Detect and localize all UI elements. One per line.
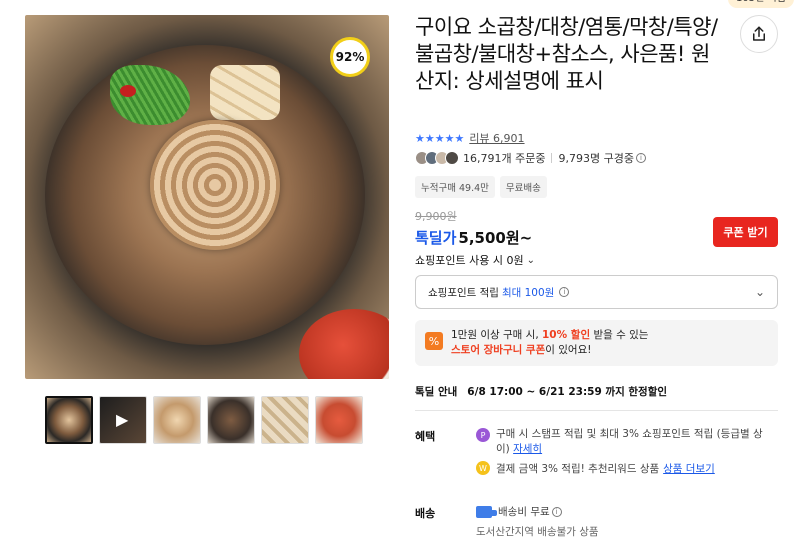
intestine-coil-illustration: [150, 120, 280, 250]
points-use-toggle[interactable]: 쇼핑포인트 사용 시 0원 ⌄: [415, 252, 535, 268]
section-divider: [415, 410, 778, 411]
divider: [551, 153, 553, 163]
avatar: [445, 151, 459, 165]
more-products-link[interactable]: 상품 더보기: [663, 461, 715, 476]
thumbnail-3[interactable]: [153, 396, 201, 444]
thumbnail-4[interactable]: [207, 396, 255, 444]
thumbnail-1[interactable]: [45, 396, 93, 444]
thumbnail-strip: [45, 396, 363, 444]
original-price: 9,900원: [415, 210, 457, 223]
info-icon[interactable]: i: [635, 153, 646, 163]
info-icon[interactable]: i: [559, 287, 570, 297]
benefit-label: 혜택: [415, 430, 436, 443]
deal-info-row: 톡딜 안내 6/8 17:00 ~ 6/21 23:59 까지 한정할인: [415, 384, 667, 399]
thumbnail-6[interactable]: [315, 396, 363, 444]
info-icon[interactable]: i: [551, 506, 562, 517]
rating-stars-icon: ★★★★★: [415, 131, 465, 145]
points-accrual-max: 최대 100원: [501, 286, 555, 299]
review-link[interactable]: 리뷰 6,901: [469, 130, 524, 146]
point-p-icon: P: [476, 428, 490, 442]
share-icon: [753, 26, 765, 41]
shipping-fee: 배송비 무료: [498, 506, 550, 518]
promo-discount: 10% 할인: [542, 329, 591, 341]
coupon-button[interactable]: 쿠폰 받기: [713, 217, 778, 247]
benefit-detail-link[interactable]: 자세히: [513, 443, 542, 455]
reward-pill: 105건 적립: [728, 0, 794, 8]
thumbnail-5[interactable]: [261, 396, 309, 444]
buyer-avatars: [415, 151, 459, 165]
benefit-reward: W 결제 금액 3% 적립! 추천리워드 상품 상품 더보기: [476, 461, 776, 476]
promo-coupon-name: 스토어 장바구니 쿠폰: [451, 344, 546, 356]
share-button[interactable]: [740, 15, 778, 53]
shipping-note: 도서산간지역 배송불가 상품: [476, 526, 599, 538]
shipping-fee-row: 배송비 무료 i: [476, 504, 562, 519]
promo-text-3: 이 있어요!: [545, 344, 592, 356]
tag-cumulative: 누적구매 49.4만: [415, 176, 495, 198]
reward-coin-icon: W: [476, 461, 490, 475]
stats-row: 16,791개 주문중 9,793명 구경중 i: [415, 150, 646, 166]
chili-illustration: [120, 85, 136, 97]
viewer-count: 9,793명 구경중: [558, 152, 634, 165]
review-row: ★★★★★ 리뷰 6,901: [415, 130, 525, 146]
benefit-stamp: P 구매 시 스탬프 적립 및 최대 3% 쇼핑포인트 적립 (등급별 상이) …: [476, 427, 776, 457]
points-accrual-label: 쇼핑포인트 적립: [428, 286, 499, 299]
deal-label: 톡딜 안내: [415, 386, 458, 398]
sale-price: 5,500원~: [458, 229, 533, 247]
tag-list: 누적구매 49.4만 무료배송: [415, 176, 547, 198]
chevron-down-icon: ⌄: [526, 254, 535, 266]
points-accrual-dropdown[interactable]: 쇼핑포인트 적립 최대 100원 i ⌄: [415, 275, 778, 309]
tag-free-shipping: 무료배송: [499, 176, 547, 198]
promo-text-1: 1만원 이상 구매 시,: [451, 329, 542, 341]
discount-badge: 92%: [330, 37, 370, 77]
order-count: 16,791개 주문중: [463, 152, 546, 165]
percent-coupon-icon: %: [425, 332, 443, 350]
sale-label: 톡딜가: [415, 229, 457, 247]
truck-icon: [476, 505, 497, 518]
deal-period: 6/8 17:00 ~ 6/21 23:59 까지 한정할인: [467, 386, 668, 398]
product-title: 구이요 소곱창/대창/염통/막창/특양/불곱창/불대창+참소스, 사은품! 원산…: [415, 15, 718, 93]
points-use-label: 쇼핑포인트 사용 시 0원: [415, 254, 524, 267]
promo-text: 1만원 이상 구매 시, 10% 할인 받을 수 있는 스토어 장바구니 쿠폰이…: [451, 328, 648, 358]
promo-text-2: 받을 수 있는: [590, 329, 649, 341]
ricecake-illustration: [210, 65, 280, 120]
chevron-down-icon: ⌄: [754, 285, 765, 299]
side-dish-illustration: [299, 309, 389, 379]
coupon-promo-banner[interactable]: % 1만원 이상 구매 시, 10% 할인 받을 수 있는 스토어 장바구니 쿠…: [415, 320, 778, 366]
shipping-label: 배송: [415, 507, 436, 520]
sale-price-row: 톡딜가 5,500원~: [415, 227, 532, 248]
thumbnail-2-video[interactable]: [99, 396, 147, 444]
benefit-reward-text: 결제 금액 3% 적립! 추천리워드 상품: [496, 463, 660, 475]
